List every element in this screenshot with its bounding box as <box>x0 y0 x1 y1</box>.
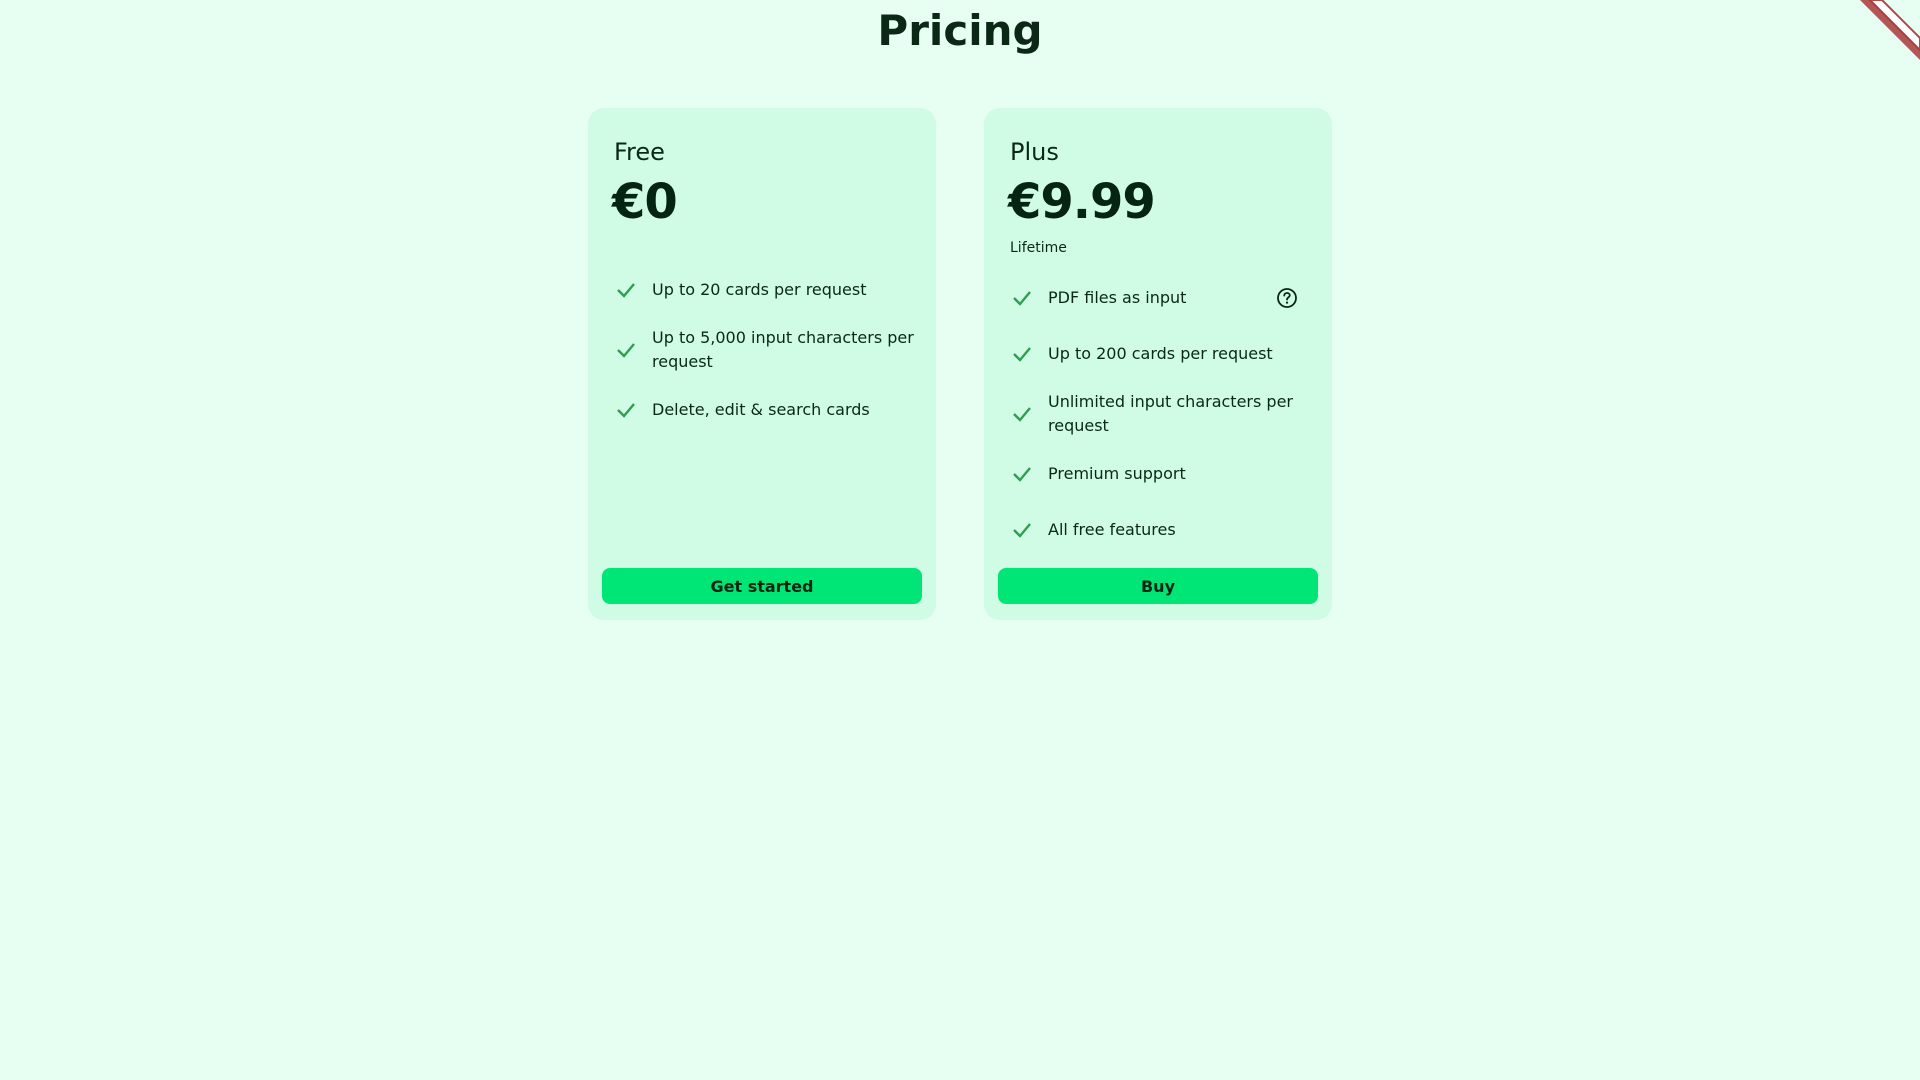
feature-text: Premium support <box>1048 464 1186 483</box>
feature-item: Premium support <box>1012 462 1312 486</box>
feature-text: Delete, edit & search cards <box>652 400 870 419</box>
feature-text: All free features <box>1048 520 1176 539</box>
feature-item: PDF files as input <box>1012 286 1312 310</box>
feature-text: PDF files as input <box>1048 288 1187 307</box>
plan-card-free: Free €0 Up to 20 cards per request Up to… <box>588 108 936 620</box>
check-icon <box>617 283 635 298</box>
help-circle-icon[interactable] <box>1276 287 1298 309</box>
check-icon <box>1013 407 1031 422</box>
get-started-button[interactable]: Get started <box>602 568 922 604</box>
feature-list: Up to 20 cards per request Up to 5,000 i… <box>616 278 916 446</box>
feature-text: Up to 200 cards per request <box>1048 344 1273 363</box>
feature-item: Up to 200 cards per request <box>1012 342 1312 366</box>
plan-card-plus: Plus €9.99 Lifetime PDF files as input U <box>984 108 1332 620</box>
feature-item: Up to 5,000 input characters per request <box>616 326 916 374</box>
feature-text: Up to 5,000 input characters per request <box>652 328 914 371</box>
pricing-cards: Free €0 Up to 20 cards per request Up to… <box>588 108 1332 620</box>
feature-list: PDF files as input Up to 200 cards per r… <box>1012 286 1312 566</box>
check-icon <box>1013 347 1031 362</box>
feature-text: Up to 20 cards per request <box>652 280 867 299</box>
plan-price: €0 <box>612 174 678 230</box>
feature-item: All free features <box>1012 518 1312 542</box>
check-icon <box>617 343 635 358</box>
check-icon <box>1013 523 1031 538</box>
feature-item: Delete, edit & search cards <box>616 398 916 422</box>
feature-item: Unlimited input characters per request <box>1012 390 1312 438</box>
plan-name: Free <box>614 138 665 166</box>
check-icon <box>617 403 635 418</box>
plan-name: Plus <box>1010 138 1059 166</box>
check-icon <box>1013 291 1031 306</box>
feature-item: Up to 20 cards per request <box>616 278 916 302</box>
corner-ribbon[interactable] <box>1860 0 1920 60</box>
plan-price: €9.99 <box>1008 174 1156 230</box>
check-icon <box>1013 467 1031 482</box>
feature-text: Unlimited input characters per request <box>1048 392 1293 435</box>
plan-period: Lifetime <box>1010 240 1067 256</box>
page-title: Pricing <box>877 6 1043 55</box>
buy-button[interactable]: Buy <box>998 568 1318 604</box>
